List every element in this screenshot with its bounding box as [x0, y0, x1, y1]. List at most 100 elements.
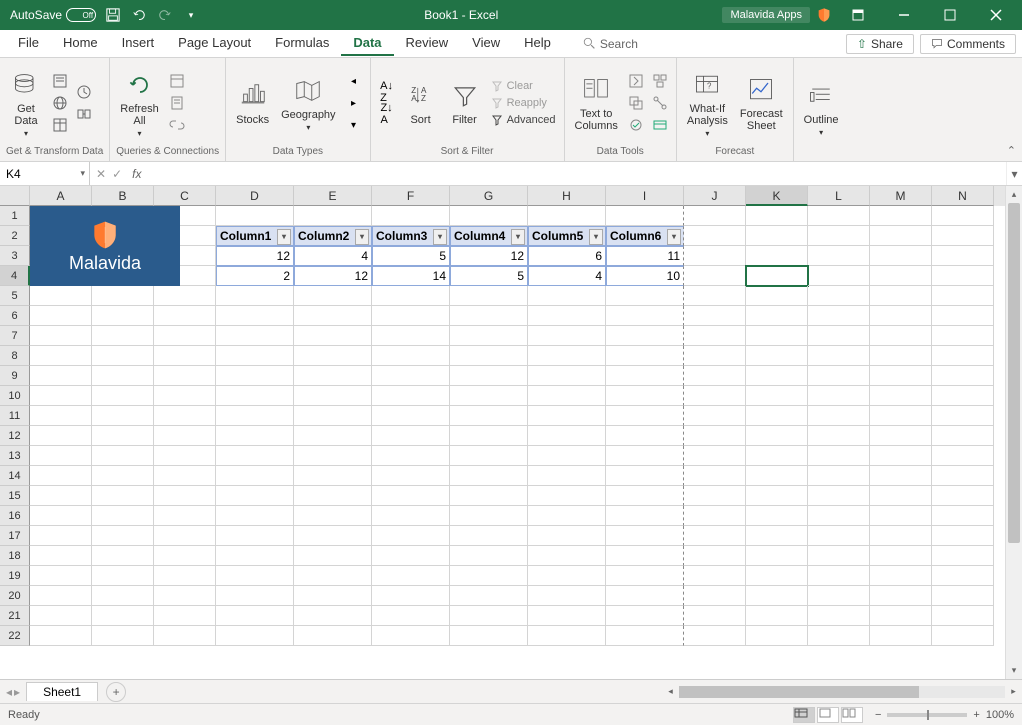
cell[interactable]: [746, 226, 808, 246]
row-header[interactable]: 11: [0, 406, 30, 426]
filter-button[interactable]: Filter: [445, 78, 485, 128]
cell[interactable]: [746, 426, 808, 446]
cell[interactable]: [684, 446, 746, 466]
collapse-ribbon-icon[interactable]: ⌃: [1007, 144, 1016, 157]
cell[interactable]: [372, 546, 450, 566]
cell[interactable]: [216, 446, 294, 466]
data-type-nav-left-icon[interactable]: ◂: [344, 71, 364, 91]
cell[interactable]: [528, 366, 606, 386]
cell[interactable]: [932, 306, 994, 326]
cell[interactable]: [154, 346, 216, 366]
cell[interactable]: [154, 306, 216, 326]
cell[interactable]: [528, 566, 606, 586]
cell[interactable]: [294, 306, 372, 326]
cell[interactable]: [216, 546, 294, 566]
cell[interactable]: [154, 446, 216, 466]
cell[interactable]: [294, 286, 372, 306]
cell[interactable]: [154, 626, 216, 646]
cell[interactable]: [870, 246, 932, 266]
cell[interactable]: [294, 606, 372, 626]
cell[interactable]: [528, 406, 606, 426]
cell[interactable]: [932, 506, 994, 526]
search-box[interactable]: Search: [583, 37, 638, 51]
cell[interactable]: [216, 506, 294, 526]
accept-formula-icon[interactable]: ✓: [112, 167, 122, 181]
cell[interactable]: [684, 566, 746, 586]
row-header[interactable]: 4: [0, 266, 30, 286]
row-header[interactable]: 16: [0, 506, 30, 526]
cell[interactable]: [372, 326, 450, 346]
cell[interactable]: [30, 546, 92, 566]
cell[interactable]: [932, 526, 994, 546]
cell[interactable]: [808, 546, 870, 566]
cell[interactable]: [450, 386, 528, 406]
cell[interactable]: [932, 366, 994, 386]
cell[interactable]: [746, 626, 808, 646]
column-header[interactable]: D: [216, 186, 294, 206]
cell[interactable]: [450, 586, 528, 606]
table-data-cell[interactable]: 10: [606, 266, 684, 286]
autosave-toggle[interactable]: AutoSave Off: [10, 8, 96, 22]
sheet-nav-prev-icon[interactable]: ◂: [6, 685, 12, 699]
cell[interactable]: [372, 366, 450, 386]
column-header[interactable]: K: [746, 186, 808, 206]
cell[interactable]: [684, 546, 746, 566]
tab-review[interactable]: Review: [394, 31, 461, 56]
cell[interactable]: [932, 626, 994, 646]
row-header[interactable]: 20: [0, 586, 30, 606]
table-header-cell[interactable]: Column4: [450, 226, 528, 246]
cell[interactable]: [684, 226, 746, 246]
cell[interactable]: [684, 346, 746, 366]
from-text-icon[interactable]: [50, 71, 70, 91]
cell[interactable]: [870, 526, 932, 546]
consolidate-icon[interactable]: [650, 71, 670, 91]
minimize-button[interactable]: [884, 0, 924, 30]
cell[interactable]: [372, 566, 450, 586]
cancel-formula-icon[interactable]: ✕: [96, 167, 106, 181]
cell[interactable]: [746, 206, 808, 226]
cell[interactable]: [606, 346, 684, 366]
stocks-button[interactable]: Stocks: [232, 78, 273, 128]
table-header-cell[interactable]: Column5: [528, 226, 606, 246]
cell[interactable]: [30, 586, 92, 606]
column-header[interactable]: H: [528, 186, 606, 206]
cell[interactable]: [216, 206, 294, 226]
forecast-sheet-button[interactable]: Forecast Sheet: [736, 72, 787, 134]
row-header[interactable]: 2: [0, 226, 30, 246]
tab-data[interactable]: Data: [341, 31, 393, 56]
cell[interactable]: [606, 286, 684, 306]
cell[interactable]: [870, 286, 932, 306]
cell[interactable]: [808, 606, 870, 626]
cell[interactable]: [684, 246, 746, 266]
cell[interactable]: [154, 546, 216, 566]
cell[interactable]: [684, 306, 746, 326]
cell[interactable]: [216, 386, 294, 406]
cell[interactable]: [92, 446, 154, 466]
cell[interactable]: [808, 586, 870, 606]
cell[interactable]: [450, 346, 528, 366]
cell[interactable]: [154, 406, 216, 426]
cell[interactable]: [450, 566, 528, 586]
cell[interactable]: [372, 306, 450, 326]
cell[interactable]: [932, 606, 994, 626]
zoom-level[interactable]: 100%: [986, 709, 1014, 721]
cell[interactable]: [372, 426, 450, 446]
cell[interactable]: [528, 446, 606, 466]
redo-icon[interactable]: [156, 6, 174, 24]
cell[interactable]: [606, 486, 684, 506]
row-header[interactable]: 3: [0, 246, 30, 266]
fx-icon[interactable]: fx: [128, 167, 145, 181]
column-header[interactable]: B: [92, 186, 154, 206]
cell[interactable]: [932, 246, 994, 266]
cell[interactable]: [808, 626, 870, 646]
row-header[interactable]: 9: [0, 366, 30, 386]
cell[interactable]: [450, 326, 528, 346]
column-header[interactable]: M: [870, 186, 932, 206]
cell[interactable]: [30, 626, 92, 646]
cell[interactable]: [30, 506, 92, 526]
cell[interactable]: [808, 386, 870, 406]
cell[interactable]: [92, 486, 154, 506]
zoom-out-button[interactable]: −: [875, 709, 881, 721]
vscroll-thumb[interactable]: [1008, 203, 1020, 543]
cell[interactable]: [870, 606, 932, 626]
